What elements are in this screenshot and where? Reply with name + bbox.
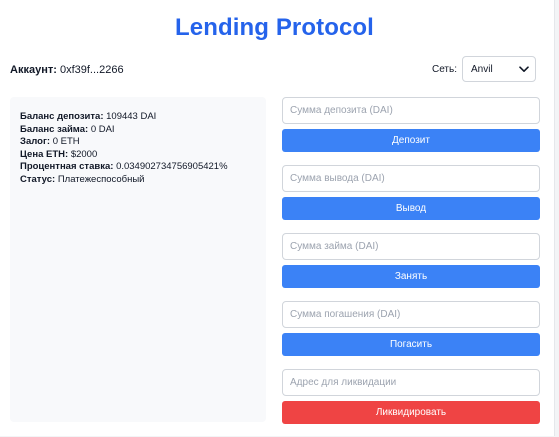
repay-amount-input[interactable]: [282, 301, 540, 328]
stat-value: 0 DAI: [90, 123, 115, 135]
deposit-button[interactable]: Депозит: [282, 129, 540, 152]
repay-form: Погасить: [282, 301, 540, 356]
main-card: Lending Protocol Аккаунт: 0xf39f...2266 …: [0, 0, 555, 436]
page-title: Lending Protocol: [175, 14, 374, 41]
stat-label: Статус:: [20, 173, 56, 185]
stat-status: Статус: Платежеспособный: [20, 174, 266, 187]
withdraw-amount-input[interactable]: [282, 165, 540, 192]
network-select[interactable]: Anvil: [462, 56, 536, 82]
liquidation-address-input[interactable]: [282, 369, 540, 396]
stat-label: Процентная ставка:: [20, 161, 114, 172]
liquidate-button[interactable]: Ликвидировать: [282, 401, 540, 424]
liquidate-form: Ликвидировать: [282, 369, 540, 424]
stat-value: Платежеспособный: [57, 173, 145, 185]
stat-eth-price: Цена ETH: $2000: [20, 149, 266, 162]
stat-label: Баланс займа:: [20, 123, 89, 135]
account-address: 0xf39f...2266: [59, 64, 124, 76]
network-selector: Сеть: Anvil: [432, 56, 536, 82]
borrow-form: Занять: [282, 233, 540, 288]
withdraw-button[interactable]: Вывод: [282, 197, 540, 220]
stat-label: Баланс депозита:: [20, 111, 104, 122]
stat-value: 109443 DAI: [106, 111, 157, 122]
account-stats-panel: Баланс депозита: 109443 DAI Баланс займа…: [10, 97, 266, 422]
actions-panel: Депозит Вывод Занять Погасить Ликвидиров…: [282, 97, 540, 437]
deposit-amount-input[interactable]: [282, 97, 540, 124]
repay-button[interactable]: Погасить: [282, 333, 540, 356]
borrow-button[interactable]: Занять: [282, 265, 540, 288]
stat-value: 0.034902734756905421%: [116, 161, 228, 172]
network-selected-value: Anvil: [471, 63, 493, 75]
withdraw-form: Вывод: [282, 165, 540, 220]
stat-collateral: Залог: 0 ETH: [20, 136, 266, 149]
chevron-down-icon: [519, 65, 529, 73]
stat-borrow-balance: Баланс займа: 0 DAI: [20, 124, 266, 137]
stat-value: 0 ETH: [52, 136, 80, 147]
account-info: Аккаунт: 0xf39f...2266: [10, 64, 124, 76]
stat-label: Залог:: [20, 136, 51, 147]
network-label: Сеть:: [431, 63, 457, 75]
deposit-form: Депозит: [282, 97, 540, 152]
stat-label: Цена ETH:: [20, 148, 69, 160]
stat-value: $2000: [70, 148, 98, 160]
stat-deposit-balance: Баланс депозита: 109443 DAI: [20, 111, 266, 124]
stat-interest-rate: Процентная ставка: 0.034902734756905421%: [20, 161, 266, 174]
borrow-amount-input[interactable]: [282, 233, 540, 260]
account-label: Аккаунт:: [10, 64, 57, 76]
